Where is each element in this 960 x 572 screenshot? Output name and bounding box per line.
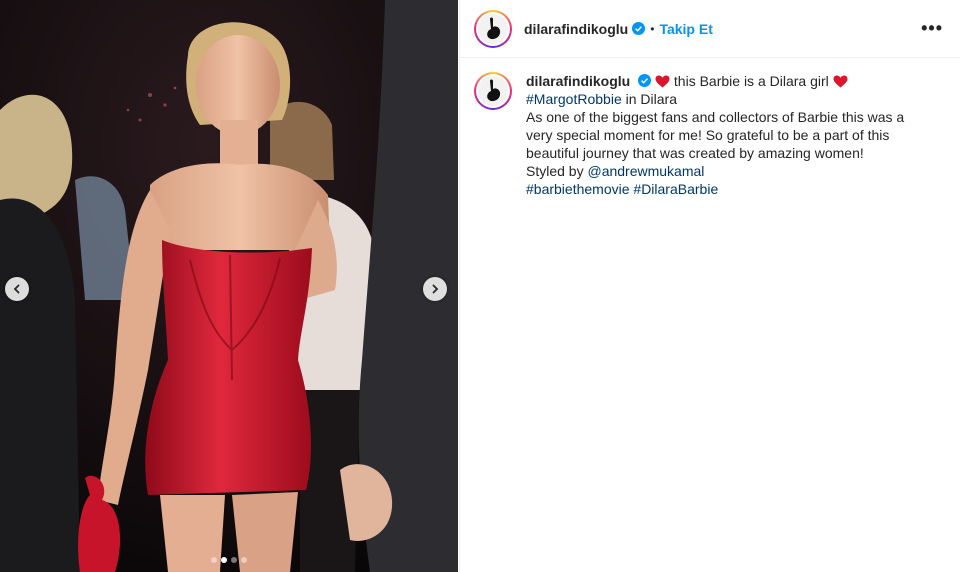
avatar[interactable] <box>474 9 512 48</box>
photo-illustration <box>0 0 458 572</box>
caption-line-2: in Dilara <box>621 91 677 107</box>
separator-dot: • <box>650 21 655 36</box>
styled-by-label: Styled by <box>526 163 588 179</box>
heart-emoji-icon <box>655 75 670 88</box>
caption-text: dilarafindikoglu this Barbie is a Dilara… <box>526 72 904 198</box>
brand-logo-icon <box>487 79 501 102</box>
carousel-dot-active <box>221 557 227 563</box>
caption-avatar[interactable] <box>474 72 512 110</box>
post-header: dilarafindikoglu • Takip Et ••• <box>460 0 960 58</box>
carousel-dot <box>211 557 217 563</box>
more-options-button[interactable]: ••• <box>921 18 947 39</box>
caption-username[interactable]: dilarafindikoglu <box>526 73 630 89</box>
caption-line-5: beautiful journey that was created by am… <box>526 145 864 161</box>
next-slide-button[interactable] <box>423 277 447 301</box>
previous-slide-button[interactable] <box>5 277 29 301</box>
carousel-indicator <box>0 557 458 563</box>
caption-line-1: this Barbie is a Dilara girl <box>673 73 829 89</box>
caption-line-3: As one of the biggest fans and collector… <box>526 109 905 125</box>
hashtag-link[interactable]: #barbiethemovie <box>526 181 630 197</box>
caption-line-4: very special moment for me! So grateful … <box>526 127 890 143</box>
verified-badge-icon <box>638 74 652 87</box>
carousel-dot <box>241 557 247 563</box>
carousel-dot <box>231 557 237 563</box>
post-photo[interactable] <box>0 0 458 572</box>
follow-button[interactable]: Takip Et <box>659 21 712 37</box>
brand-logo-icon <box>487 17 501 39</box>
post-username[interactable]: dilarafindikoglu <box>524 21 628 37</box>
post-caption: dilarafindikoglu this Barbie is a Dilara… <box>460 58 960 198</box>
hashtag-link[interactable]: #MargotRobbie <box>526 91 622 107</box>
stylist-mention-link[interactable]: @andrewmukamal <box>587 163 704 179</box>
chevron-right-icon <box>432 284 439 294</box>
hashtag-link[interactable]: #DilaraBarbie <box>633 181 718 197</box>
post-side-panel: dilarafindikoglu • Takip Et ••• dilarafi… <box>459 0 960 572</box>
heart-emoji-icon <box>833 75 848 88</box>
chevron-left-icon <box>13 284 20 294</box>
verified-badge-icon <box>632 22 646 35</box>
